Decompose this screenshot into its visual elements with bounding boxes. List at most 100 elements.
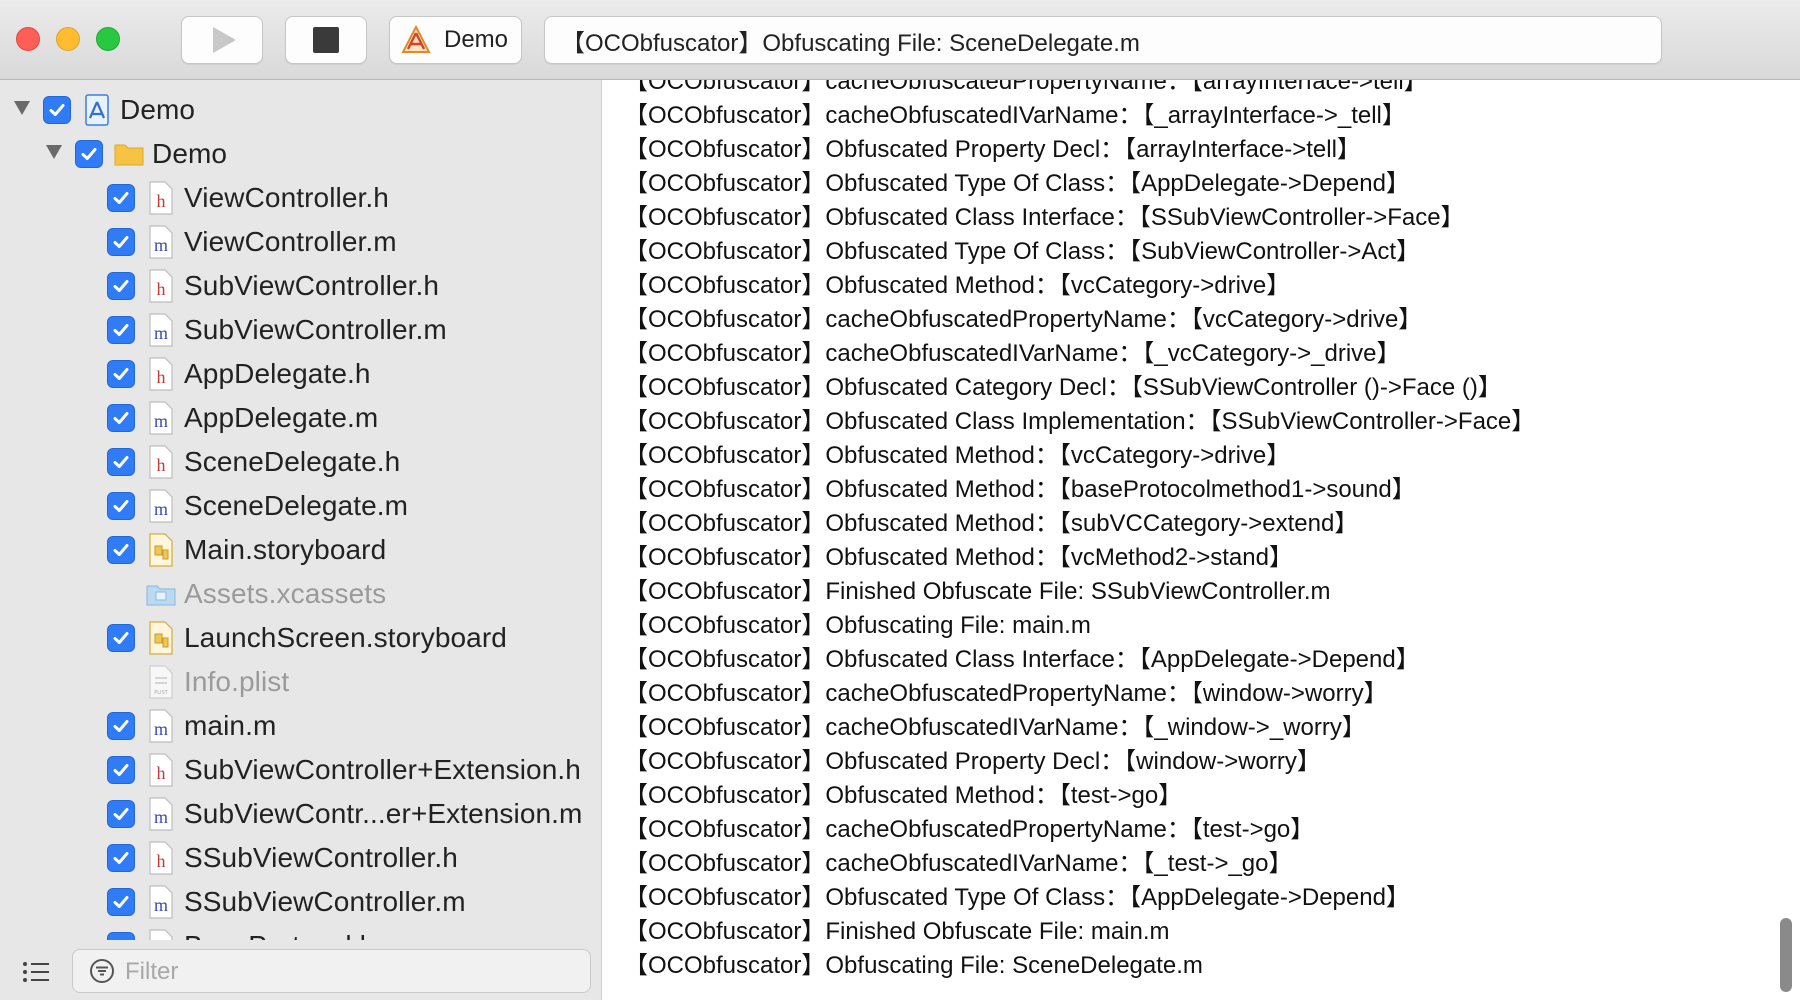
app-window: Demo 【OCObfuscator】Obfuscating File: Sce… (0, 0, 1800, 1000)
log-line: 【OCObfuscator】Obfuscated Method：【basePro… (624, 476, 1416, 503)
file-tree-item[interactable]: m AppDelegate.m (0, 396, 600, 440)
include-checkbox[interactable] (43, 96, 71, 124)
filter-icon (90, 959, 114, 983)
include-checkbox[interactable] (107, 272, 135, 300)
file-tree-item[interactable]: h SubViewController.h (0, 264, 600, 308)
include-checkbox[interactable] (107, 404, 135, 432)
file-tree-label: SceneDelegate.m (184, 490, 409, 521)
svg-text:m: m (154, 235, 168, 255)
include-checkbox[interactable] (107, 756, 135, 784)
log-line: 【OCObfuscator】Obfuscated Class Interface… (624, 204, 1465, 231)
log-line: 【OCObfuscator】cacheObfuscatedPropertyNam… (624, 680, 1388, 707)
include-checkbox[interactable] (75, 140, 103, 168)
include-checkbox[interactable] (107, 932, 135, 940)
file-tree-item[interactable]: m main.m (0, 704, 600, 748)
svg-text:m: m (154, 719, 168, 739)
svg-text:m: m (154, 499, 168, 519)
list-view-icon[interactable] (22, 960, 50, 984)
log-scrollbar[interactable] (1780, 918, 1792, 992)
log-line: 【OCObfuscator】Obfuscating File: main.m (624, 612, 1091, 639)
checkmark-icon (113, 764, 129, 776)
folder-icon (114, 137, 144, 171)
file-tree-item[interactable]: PLIST Info.plist (0, 660, 600, 704)
close-window-button[interactable] (16, 27, 40, 51)
scheme-selector[interactable]: Demo (389, 16, 522, 64)
include-checkbox[interactable] (107, 536, 135, 564)
file-tree-item[interactable]: h AppDelegate.h (0, 352, 600, 396)
toolbar: Demo 【OCObfuscator】Obfuscating File: Sce… (0, 0, 1800, 80)
disclosure-triangle-icon[interactable] (14, 101, 30, 115)
checkmark-icon (113, 544, 129, 556)
minimize-window-button[interactable] (56, 27, 80, 51)
log-line: 【OCObfuscator】cacheObfuscatedIVarName：【_… (624, 714, 1366, 741)
svg-text:h: h (157, 763, 166, 783)
checkmark-icon (113, 412, 129, 424)
svg-text:h: h (157, 191, 166, 211)
checkmark-icon (113, 808, 129, 820)
storyboard-icon (146, 621, 176, 655)
stop-button[interactable] (285, 16, 367, 64)
log-line: 【OCObfuscator】Obfuscated Method：【vcMetho… (624, 544, 1293, 571)
checkmark-icon (113, 456, 129, 468)
file-tree-item[interactable]: h SceneDelegate.h (0, 440, 600, 484)
file-tree-label: SSubViewController.h (184, 842, 458, 873)
include-checkbox[interactable] (107, 492, 135, 520)
file-tree-label: SubViewController+Extension.h (184, 754, 581, 785)
file-tree-label: LaunchScreen.storyboard (184, 622, 507, 653)
file-tree-item[interactable]: h SSubViewController.h (0, 836, 600, 880)
file-tree-item[interactable]: Demo (0, 88, 600, 132)
file-tree-item[interactable]: m SubViewContr...er+Extension.m (0, 792, 600, 836)
file-tree-item[interactable]: h BaseProtocol.h (0, 924, 600, 940)
file-tree-item[interactable]: Main.storyboard (0, 528, 600, 572)
file-tree-item[interactable]: LaunchScreen.storyboard (0, 616, 600, 660)
include-checkbox[interactable] (107, 888, 135, 916)
file-tree-item[interactable]: h ViewController.h (0, 176, 600, 220)
include-checkbox[interactable] (107, 448, 135, 476)
log-line: 【OCObfuscator】Obfuscated Type Of Class：【… (624, 884, 1410, 911)
header-file-icon: h (146, 753, 176, 787)
log-line: 【OCObfuscator】cacheObfuscatedPropertyNam… (624, 80, 1428, 95)
include-checkbox[interactable] (107, 360, 135, 388)
header-file-icon: h (146, 269, 176, 303)
file-tree-item[interactable]: m SceneDelegate.m (0, 484, 600, 528)
svg-text:h: h (157, 455, 166, 475)
filter-field[interactable] (72, 949, 591, 993)
log-line: 【OCObfuscator】Obfuscated Type Of Class：【… (624, 238, 1421, 265)
file-tree-item[interactable]: h SubViewController+Extension.h (0, 748, 600, 792)
checkmark-icon (49, 104, 65, 116)
log-lines: 【OCObfuscator】cacheObfuscatedPropertyNam… (624, 80, 1535, 983)
file-tree-item[interactable]: Demo (0, 132, 600, 176)
file-tree-item[interactable]: Assets.xcassets (0, 572, 600, 616)
run-button[interactable] (181, 16, 263, 64)
header-file-icon: h (146, 445, 176, 479)
include-checkbox[interactable] (107, 800, 135, 828)
include-checkbox[interactable] (107, 844, 135, 872)
file-tree-label: ViewController.h (184, 182, 389, 213)
zoom-window-button[interactable] (96, 27, 120, 51)
file-tree-label: BaseProtocol.h (184, 929, 375, 940)
include-checkbox[interactable] (107, 316, 135, 344)
project-icon (82, 93, 112, 127)
log-line: 【OCObfuscator】Obfuscated Method：【vcCateg… (624, 272, 1291, 299)
disclosure-triangle-icon[interactable] (46, 145, 62, 159)
file-tree-item[interactable]: m ViewController.m (0, 220, 600, 264)
file-tree-label: Assets.xcassets (184, 578, 387, 609)
include-checkbox[interactable] (107, 624, 135, 652)
log-line: 【OCObfuscator】Obfuscated Property Decl：【… (624, 136, 1361, 163)
file-tree-item[interactable]: m SubViewController.m (0, 308, 600, 352)
include-checkbox[interactable] (107, 184, 135, 212)
stop-icon (313, 27, 339, 53)
implementation-file-icon: m (146, 885, 176, 919)
svg-text:m: m (154, 323, 168, 343)
svg-text:m: m (154, 895, 168, 915)
play-icon (212, 27, 236, 53)
file-tree-item[interactable]: m SSubViewController.m (0, 880, 600, 924)
svg-text:m: m (154, 411, 168, 431)
file-tree-label: SubViewContr...er+Extension.m (184, 798, 583, 829)
log-console: 【OCObfuscator】cacheObfuscatedPropertyNam… (602, 80, 1800, 1000)
log-line: 【OCObfuscator】Obfuscated Property Decl：【… (624, 748, 1321, 775)
include-checkbox[interactable] (107, 228, 135, 256)
filter-input[interactable] (123, 955, 567, 989)
file-tree-label: Demo (120, 94, 196, 125)
include-checkbox[interactable] (107, 712, 135, 740)
